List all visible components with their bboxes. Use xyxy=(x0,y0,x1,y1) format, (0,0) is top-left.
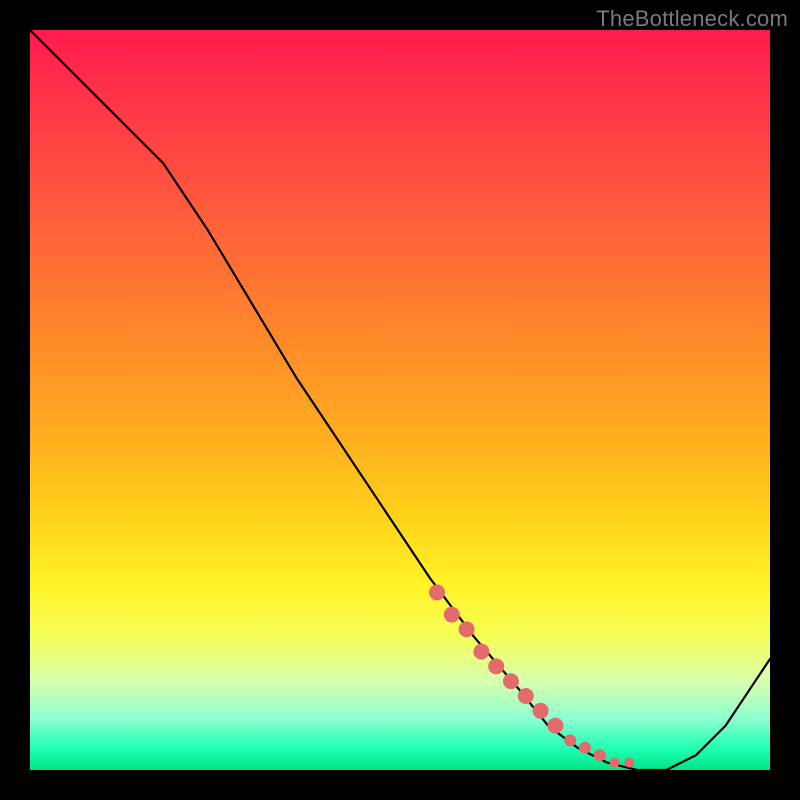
highlight-dot xyxy=(533,703,549,719)
highlight-dot xyxy=(444,607,460,623)
highlight-dot xyxy=(429,584,445,600)
highlight-dots xyxy=(429,584,634,767)
highlight-dot xyxy=(488,658,504,674)
data-curve xyxy=(30,30,770,770)
attribution-label: TheBottleneck.com xyxy=(596,6,788,32)
highlight-dot xyxy=(594,749,606,761)
highlight-dot xyxy=(579,742,591,754)
highlight-dot xyxy=(564,734,576,746)
plot-area xyxy=(30,30,770,770)
highlight-dot xyxy=(503,673,519,689)
chart-frame: TheBottleneck.com xyxy=(0,0,800,800)
highlight-dot xyxy=(624,758,634,768)
highlight-dot xyxy=(547,718,563,734)
highlight-dot xyxy=(459,621,475,637)
highlight-dot xyxy=(473,644,489,660)
plot-svg xyxy=(30,30,770,770)
highlight-dot xyxy=(518,688,534,704)
highlight-dot xyxy=(610,758,620,768)
